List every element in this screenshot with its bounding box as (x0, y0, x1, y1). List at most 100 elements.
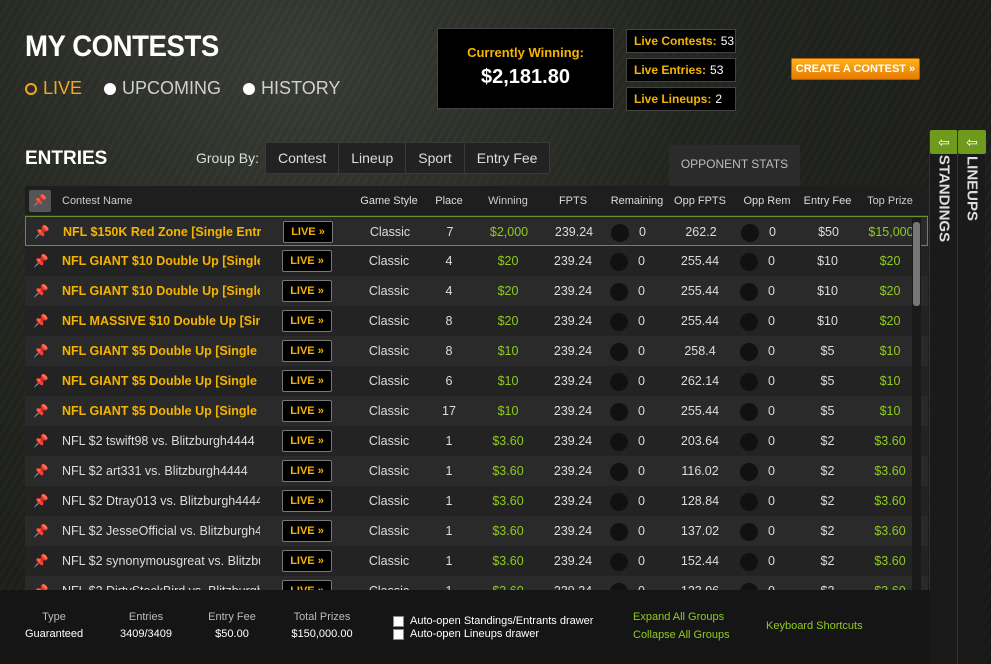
live-button[interactable]: LIVE » (282, 520, 332, 542)
contest-name[interactable]: NFL MASSIVE $10 Double Up [Single (62, 306, 260, 336)
pin-icon[interactable]: 📌 (29, 516, 53, 546)
table-row[interactable]: 📌 NFL MASSIVE $10 Double Up [Single LIVE »… (25, 306, 928, 336)
keyboard-shortcuts-link[interactable]: Keyboard Shortcuts (766, 620, 863, 632)
create-contest-button[interactable]: CREATE A CONTEST » (791, 58, 920, 80)
remaining-value: 0 (638, 254, 645, 268)
contest-name[interactable]: NFL $2 Dtray013 vs. Blitzburgh4444 (62, 486, 260, 516)
opp-remaining: 0 (737, 456, 797, 486)
col-contest-name[interactable]: Contest Name (62, 186, 260, 216)
expand-all-link[interactable]: Expand All Groups (633, 611, 724, 623)
contest-name[interactable]: NFL $2 JesseOfficial vs. Blitzburgh44 (62, 516, 260, 546)
col-remaining[interactable]: Remaining (607, 186, 667, 216)
opp-remaining-value: 0 (768, 464, 775, 478)
auto-open-standings-checkbox[interactable]: Auto-open Standings/Entrants drawer (393, 615, 593, 627)
tab-lineup[interactable]: Lineup (339, 143, 407, 173)
pin-icon[interactable]: 📌 (29, 276, 53, 306)
table-row[interactable]: 📌 NFL $2 JesseOfficial vs. Blitzburgh44 LI… (25, 516, 928, 546)
drawer-open-icon[interactable]: ⇦ (958, 130, 986, 154)
opp-remaining-indicator-icon (740, 552, 758, 571)
opp-remaining: 0 (738, 217, 798, 247)
col-opp-fpts[interactable]: Opp FPTS (669, 186, 731, 216)
collapse-all-link[interactable]: Collapse All Groups (633, 629, 730, 641)
table-row[interactable]: 📌 NFL GIANT $10 Double Up [Single Er LIVE … (25, 276, 928, 306)
pin-icon[interactable]: 📌 (29, 456, 53, 486)
table-row[interactable]: 📌 NFL $2 Dtray013 vs. Blitzburgh4444 LIVE … (25, 486, 928, 516)
fpts: 239.24 (553, 494, 593, 508)
checkbox[interactable] (393, 628, 404, 640)
table-row[interactable]: 📌 NFL $2 tswift98 vs. Blitzburgh4444 LIVE … (25, 426, 928, 456)
table-row[interactable]: 📌 NFL GIANT $10 Double Up [Single Er LIVE … (25, 246, 928, 276)
live-button[interactable]: LIVE » (282, 550, 332, 572)
col-entry-fee[interactable]: Entry Fee (800, 186, 855, 216)
pin-all-icon[interactable]: 📌 (29, 190, 51, 212)
contest-name[interactable]: NFL GIANT $10 Double Up [Single Er (62, 246, 260, 276)
table-row[interactable]: 📌 NFL $2 art331 vs. Blitzburgh4444 LIVE » C… (25, 456, 928, 486)
col-fpts[interactable]: FPTS (547, 186, 599, 216)
scrollbar-thumb[interactable] (913, 222, 920, 306)
stat-label: Live Entries: (634, 63, 707, 77)
live-button[interactable]: LIVE » (282, 310, 332, 332)
winning: $3.60 (492, 464, 524, 478)
col-winning[interactable]: Winning (483, 186, 533, 216)
contest-name[interactable]: NFL $2 DirtyStockBird vs. Blitzburgh (62, 576, 260, 590)
remaining-value: 0 (638, 314, 645, 328)
pin-icon[interactable]: 📌 (29, 486, 53, 516)
auto-open-lineups-checkbox[interactable]: Auto-open Lineups drawer (393, 628, 539, 640)
contest-name[interactable]: NFL $2 art331 vs. Blitzburgh4444 (62, 456, 260, 486)
contest-name[interactable]: NFL GIANT $5 Double Up [Single Ent (62, 396, 260, 426)
type-info: Type Guaranteed (25, 590, 83, 640)
table-row[interactable]: 📌 NFL GIANT $5 Double Up [Single Ent LIVE … (25, 366, 928, 396)
pin-icon[interactable]: 📌 (29, 426, 53, 456)
live-button[interactable]: LIVE » (282, 340, 332, 362)
filter-history[interactable]: HISTORY (243, 78, 340, 99)
live-button[interactable]: LIVE » (282, 250, 332, 272)
col-top-prize[interactable]: Top Prize (860, 186, 920, 216)
pin-icon[interactable]: 📌 (29, 576, 53, 590)
live-button[interactable]: LIVE » (282, 490, 332, 512)
contest-name[interactable]: NFL GIANT $5 Double Up [Single Ent (62, 366, 260, 396)
live-button[interactable]: LIVE » (282, 280, 332, 302)
col-opp-rem[interactable]: Opp Rem (737, 186, 797, 216)
entry-fee-info: Entry Fee $50.00 (203, 590, 261, 640)
table-row[interactable]: 📌 NFL GIANT $5 Double Up [Single Ent LIVE … (25, 396, 928, 426)
contest-name[interactable]: NFL $2 tswift98 vs. Blitzburgh4444 (62, 426, 260, 456)
pin-icon[interactable]: 📌 (29, 366, 53, 396)
pin-icon[interactable]: 📌 (29, 546, 53, 576)
stat-value: 2 (715, 92, 723, 106)
table-row[interactable]: 📌 NFL $2 synonymousgreat vs. Blitzbu LIVE … (25, 546, 928, 576)
contest-name[interactable]: NFL GIANT $5 Double Up [Single Ent (62, 336, 260, 366)
standings-drawer[interactable]: ⇦ STANDINGS (929, 130, 958, 664)
fpts: 239.24 (553, 464, 593, 478)
contest-name[interactable]: NFL GIANT $10 Double Up [Single Er (62, 276, 260, 306)
lineups-drawer[interactable]: ⇦ LINEUPS (957, 130, 986, 664)
live-button[interactable]: LIVE » (282, 580, 332, 590)
tab-entry-fee[interactable]: Entry Fee (465, 143, 550, 173)
drawer-open-icon[interactable]: ⇦ (930, 130, 958, 154)
filter-live[interactable]: LIVE (25, 78, 82, 99)
col-place[interactable]: Place (430, 186, 468, 216)
checkbox[interactable] (393, 615, 404, 627)
opp-remaining-indicator-icon (740, 312, 758, 331)
pin-icon[interactable]: 📌 (29, 246, 53, 276)
remaining-indicator-icon (610, 402, 628, 421)
remaining-indicator-icon (610, 432, 628, 451)
pin-icon[interactable]: 📌 (29, 306, 53, 336)
tab-sport[interactable]: Sport (406, 143, 465, 173)
live-button[interactable]: LIVE » (283, 221, 333, 243)
col-game-style[interactable]: Game Style (358, 186, 420, 216)
filter-upcoming[interactable]: UPCOMING (104, 78, 221, 99)
pin-icon[interactable]: 📌 (29, 336, 53, 366)
live-button[interactable]: LIVE » (282, 460, 332, 482)
table-row[interactable]: 📌 NFL $150K Red Zone [Single Entry] LIVE »… (25, 216, 928, 246)
contest-name[interactable]: NFL $150K Red Zone [Single Entry] (63, 217, 261, 247)
live-button[interactable]: LIVE » (282, 430, 332, 452)
table-row[interactable]: 📌 NFL $2 DirtyStockBird vs. Blitzburgh LIV… (25, 576, 928, 590)
live-button[interactable]: LIVE » (282, 370, 332, 392)
contest-name[interactable]: NFL $2 synonymousgreat vs. Blitzbu (62, 546, 260, 576)
table-row[interactable]: 📌 NFL GIANT $5 Double Up [Single Ent LIVE … (25, 336, 928, 366)
pin-icon[interactable]: 📌 (29, 396, 53, 426)
tab-contest[interactable]: Contest (266, 143, 340, 173)
live-button[interactable]: LIVE » (282, 400, 332, 422)
pin-icon[interactable]: 📌 (30, 217, 54, 247)
opp-remaining-indicator-icon (740, 252, 758, 271)
